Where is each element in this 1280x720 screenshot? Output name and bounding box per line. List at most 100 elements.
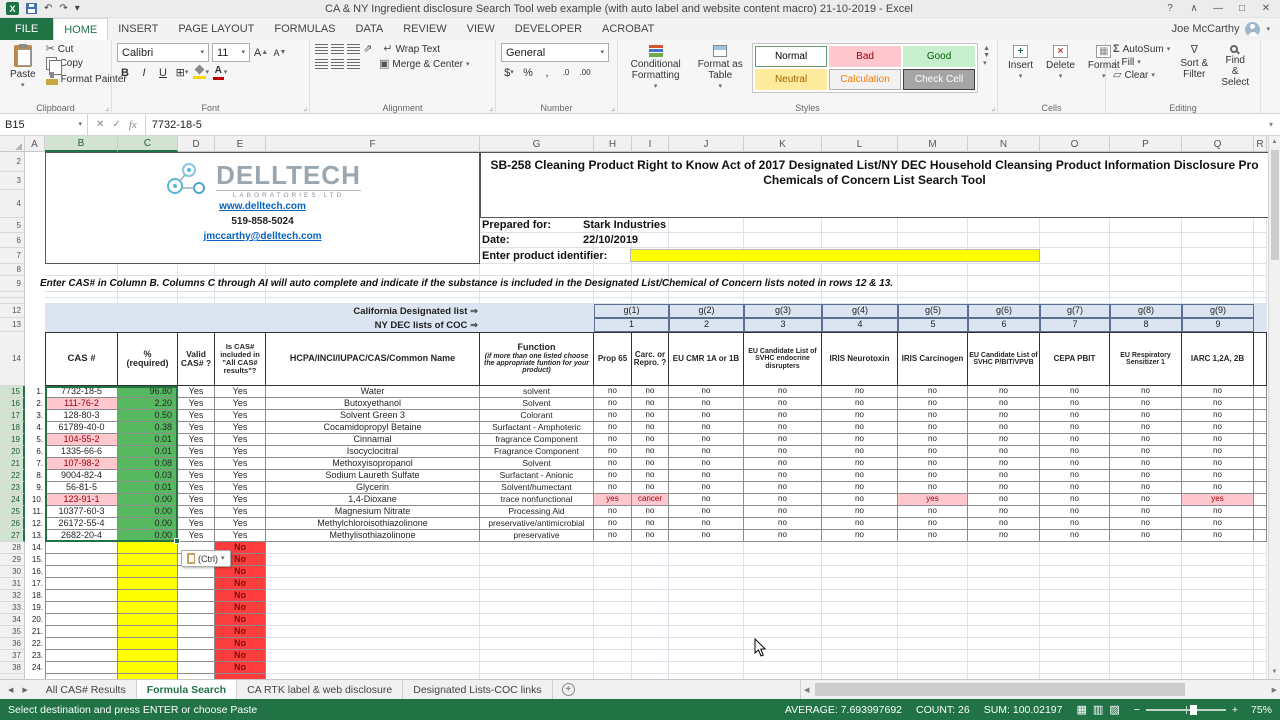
- cell-C23[interactable]: 0.01: [118, 482, 178, 494]
- cell-E16[interactable]: Yes: [215, 398, 266, 410]
- ribbon-display-icon[interactable]: ∧: [1182, 0, 1206, 18]
- cell-R32[interactable]: [1254, 590, 1267, 602]
- cell-P26[interactable]: no: [1110, 518, 1182, 530]
- cell-N30[interactable]: [968, 566, 1040, 578]
- zoom-slider[interactable]: [1145, 704, 1226, 715]
- cell-R9[interactable]: [1254, 276, 1267, 292]
- cell-Q6[interactable]: [1182, 233, 1254, 248]
- next-sheet-icon[interactable]: ▶: [22, 686, 27, 694]
- cell-B26[interactable]: 26172-55-4: [45, 518, 118, 530]
- cell-M25[interactable]: no: [898, 506, 968, 518]
- header-included[interactable]: Is CAS# included in "All CAS# results"?: [215, 332, 266, 386]
- cell-I38[interactable]: [632, 662, 669, 674]
- header-flag-3[interactable]: EU CMR 1A or 1B: [669, 332, 744, 386]
- conditional-formatting-button[interactable]: Conditional Formatting ▾: [623, 43, 688, 92]
- cell-B22[interactable]: 9004-82-4: [45, 470, 118, 482]
- cell-H30[interactable]: [594, 566, 632, 578]
- cell-H22[interactable]: no: [594, 470, 632, 482]
- cell-R5[interactable]: [1254, 218, 1267, 233]
- scroll-down-icon[interactable]: ▼: [1269, 666, 1280, 679]
- scroll-left-icon[interactable]: ◀: [804, 680, 809, 699]
- cell-C21[interactable]: 0.08: [118, 458, 178, 470]
- cell-M21[interactable]: no: [898, 458, 968, 470]
- cell-N37[interactable]: [968, 650, 1040, 662]
- gallery-more-icon[interactable]: ▾: [983, 59, 990, 67]
- cell-C35[interactable]: [118, 626, 178, 638]
- cell-J8[interactable]: [669, 264, 744, 276]
- column-header-I[interactable]: I: [632, 136, 669, 152]
- cell-O33[interactable]: [1040, 602, 1110, 614]
- cell-P15[interactable]: no: [1110, 386, 1182, 398]
- cell-O37[interactable]: [1040, 650, 1110, 662]
- cell-H21[interactable]: no: [594, 458, 632, 470]
- cell-P35[interactable]: [1110, 626, 1182, 638]
- cell-M37[interactable]: [898, 650, 968, 662]
- cell-B32[interactable]: [45, 590, 118, 602]
- cell-H17[interactable]: no: [594, 410, 632, 422]
- row-header-34[interactable]: 34: [0, 614, 25, 626]
- cell-B18[interactable]: 61789-40-0: [45, 422, 118, 434]
- cell-D19[interactable]: Yes: [178, 434, 215, 446]
- cell-K32[interactable]: [744, 590, 822, 602]
- cell-style-check-cell[interactable]: Check Cell: [903, 69, 976, 90]
- cell-L32[interactable]: [822, 590, 898, 602]
- cell-N16[interactable]: no: [968, 398, 1040, 410]
- row-header-6[interactable]: 6: [0, 233, 25, 248]
- cell-R25[interactable]: [1254, 506, 1267, 518]
- cell-I22[interactable]: no: [632, 470, 669, 482]
- insert-cells-button[interactable]: + Insert ▾: [1003, 43, 1038, 82]
- cell-R19[interactable]: [1254, 434, 1267, 446]
- cell-O34[interactable]: [1040, 614, 1110, 626]
- cell-R36[interactable]: [1254, 638, 1267, 650]
- cell-Q8[interactable]: [1182, 264, 1254, 276]
- cell-F25[interactable]: Magnesium Nitrate: [266, 506, 480, 518]
- ribbon-tab-acrobat[interactable]: ACROBAT: [592, 18, 664, 40]
- increase-font-icon[interactable]: A ▲: [253, 44, 269, 61]
- column-header-D[interactable]: D: [178, 136, 215, 152]
- cell-I27[interactable]: no: [632, 530, 669, 542]
- cell-P27[interactable]: no: [1110, 530, 1182, 542]
- header-pct[interactable]: % (required): [118, 332, 178, 386]
- cell-G36[interactable]: [480, 638, 594, 650]
- close-button[interactable]: ✕: [1254, 0, 1278, 18]
- cell-K34[interactable]: [744, 614, 822, 626]
- cell-D21[interactable]: Yes: [178, 458, 215, 470]
- gallery-up-icon[interactable]: ▲: [983, 45, 990, 52]
- cell-F32[interactable]: [266, 590, 480, 602]
- formula-input[interactable]: 7732-18-5: [146, 114, 1262, 135]
- cell-O25[interactable]: no: [1040, 506, 1110, 518]
- cell-O21[interactable]: no: [1040, 458, 1110, 470]
- cell-J27[interactable]: no: [669, 530, 744, 542]
- cell-G20[interactable]: Fragrance Component: [480, 446, 594, 458]
- cell-G29[interactable]: [480, 554, 594, 566]
- cell-E25[interactable]: Yes: [215, 506, 266, 518]
- file-tab[interactable]: FILE: [0, 18, 54, 40]
- column-header-P[interactable]: P: [1110, 136, 1182, 152]
- cell-H31[interactable]: [594, 578, 632, 590]
- row-header-35[interactable]: 35: [0, 626, 25, 638]
- cell-J34[interactable]: [669, 614, 744, 626]
- cell-Q27[interactable]: no: [1182, 530, 1254, 542]
- cell-Q34[interactable]: [1182, 614, 1254, 626]
- bold-button[interactable]: B: [117, 64, 133, 81]
- sheet-tab-formula-search[interactable]: Formula Search: [136, 680, 238, 699]
- row-header-28[interactable]: 28: [0, 542, 25, 554]
- cell-style-normal[interactable]: Normal: [755, 46, 828, 67]
- find-select-button[interactable]: Find & Select: [1216, 43, 1254, 90]
- cell-M29[interactable]: [898, 554, 968, 566]
- zoom-slider-thumb[interactable]: [1189, 704, 1197, 715]
- row-header-13[interactable]: 13: [0, 318, 25, 332]
- cell-J15[interactable]: no: [669, 386, 744, 398]
- cell-R38[interactable]: [1254, 662, 1267, 674]
- cell-L21[interactable]: no: [822, 458, 898, 470]
- cell-G17[interactable]: Colorant: [480, 410, 594, 422]
- cell-K23[interactable]: no: [744, 482, 822, 494]
- cell-O30[interactable]: [1040, 566, 1110, 578]
- save-icon[interactable]: [26, 3, 37, 14]
- cell-L27[interactable]: no: [822, 530, 898, 542]
- cell-B16[interactable]: 111-76-2: [45, 398, 118, 410]
- cell-P25[interactable]: no: [1110, 506, 1182, 518]
- cell-L18[interactable]: no: [822, 422, 898, 434]
- cell-C32[interactable]: [118, 590, 178, 602]
- cell-P38[interactable]: [1110, 662, 1182, 674]
